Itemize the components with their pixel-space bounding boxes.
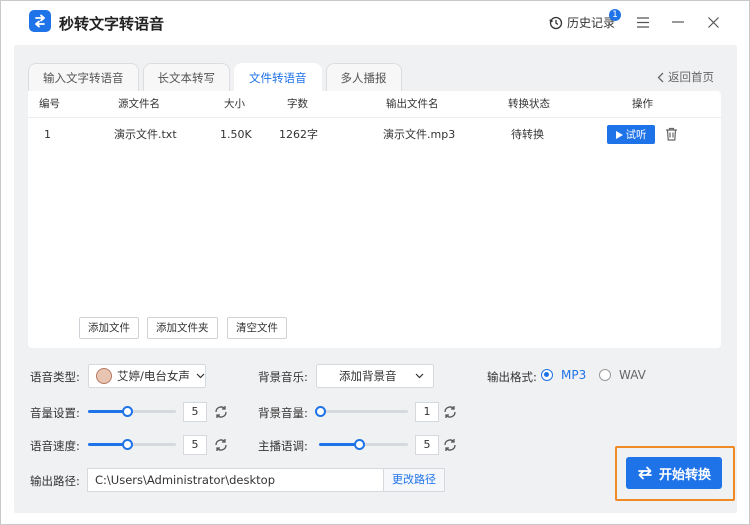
speed-label: 语音速度: — [30, 439, 80, 453]
output-path-label: 输出路径: — [30, 474, 80, 488]
chevron-left-icon — [657, 72, 664, 82]
history-icon — [549, 16, 563, 29]
tab-multi-speaker[interactable]: 多人播报 — [325, 63, 402, 91]
pitch-label: 主播语调: — [258, 439, 308, 453]
preview-label: 试听 — [625, 129, 647, 141]
volume-slider[interactable] — [88, 406, 176, 417]
add-folder-button[interactable]: 添加文件夹 — [147, 317, 218, 339]
play-icon — [615, 130, 623, 139]
chevron-down-icon — [196, 373, 205, 379]
chevron-down-icon — [415, 373, 423, 379]
voice-type-label: 语音类型: — [30, 370, 80, 384]
tab-bar: 输入文字转语音 长文本转写 文件转语音 多人播报 — [28, 63, 406, 91]
reset-bg-volume-icon[interactable] — [442, 404, 458, 420]
format-label: 输出格式: — [487, 370, 537, 384]
pitch-slider-knob[interactable] — [354, 439, 365, 450]
start-conversion-label: 开始转换 — [658, 467, 711, 483]
voice-type-select[interactable]: 艾婷/电台女声 — [88, 364, 206, 388]
preview-button[interactable]: 试听 — [607, 125, 655, 144]
volume-slider-knob[interactable] — [122, 406, 133, 417]
speed-input[interactable]: 5 — [183, 435, 207, 455]
col-output: 输出文件名 — [386, 98, 439, 110]
minimize-button[interactable] — [670, 14, 686, 30]
mp3-label[interactable]: MP3 — [561, 368, 586, 382]
speed-slider[interactable] — [88, 439, 176, 450]
col-id: 编号 — [39, 98, 60, 110]
pitch-slider[interactable] — [319, 439, 408, 450]
reset-volume-icon[interactable] — [213, 404, 229, 420]
start-conversion-button[interactable]: 开始转换 — [626, 457, 722, 489]
history-label: 历史记录 — [567, 16, 616, 30]
add-file-button[interactable]: 添加文件 — [79, 317, 139, 339]
cell-size: 1.50K — [220, 128, 252, 141]
app-title: 秒转文字转语音 — [59, 15, 165, 33]
trash-icon — [666, 127, 677, 141]
bg-music-value: 添加背景音 — [339, 369, 397, 383]
wav-label[interactable]: WAV — [619, 368, 646, 382]
mp3-radio[interactable] — [541, 369, 553, 381]
tab-long-text[interactable]: 长文本转写 — [142, 63, 230, 91]
tab-text-to-speech[interactable]: 输入文字转语音 — [28, 63, 139, 91]
volume-label: 音量设置: — [30, 406, 80, 420]
reset-speed-icon[interactable] — [213, 437, 229, 453]
bg-music-select[interactable]: 添加背景音 — [316, 364, 434, 388]
menu-icon — [637, 16, 649, 28]
col-chars: 字数 — [287, 98, 308, 110]
bg-volume-input[interactable]: 1 — [415, 402, 439, 422]
cell-status: 待转换 — [511, 128, 544, 141]
minimize-icon — [672, 21, 684, 23]
col-status: 转换状态 — [508, 98, 550, 110]
voice-type-value: 艾婷/电台女声 — [117, 369, 190, 383]
convert-icon — [638, 466, 652, 480]
cell-chars: 1262字 — [279, 128, 318, 141]
change-path-button[interactable]: 更改路径 — [384, 468, 445, 492]
clear-files-button[interactable]: 清空文件 — [227, 317, 287, 339]
cell-output: 演示文件.mp3 — [383, 128, 456, 141]
file-table: 编号 源文件名 大小 字数 输出文件名 转换状态 操作 1 演示文件.txt 1… — [28, 91, 721, 348]
close-button[interactable] — [705, 14, 721, 30]
voice-avatar — [96, 368, 112, 384]
reset-pitch-icon[interactable] — [442, 437, 458, 453]
cell-id: 1 — [44, 128, 51, 141]
cell-source: 演示文件.txt — [114, 128, 177, 141]
bg-volume-label: 背景音量: — [258, 406, 308, 420]
tab-file-to-speech[interactable]: 文件转语音 — [234, 63, 322, 91]
table-row[interactable]: 1 演示文件.txt 1.50K 1262字 演示文件.mp3 待转换 试听 — [28, 120, 721, 150]
bg-volume-slider-knob[interactable] — [315, 406, 326, 417]
bg-volume-slider[interactable] — [315, 406, 408, 417]
back-home-label: 返回首页 — [668, 70, 714, 84]
wav-radio[interactable] — [599, 369, 611, 381]
table-header: 编号 源文件名 大小 字数 输出文件名 转换状态 操作 — [28, 91, 721, 118]
bg-music-label: 背景音乐: — [258, 370, 308, 384]
speed-slider-knob[interactable] — [122, 439, 133, 450]
app-window: 秒转文字转语音 历史记录 1 输入文字转语音 长文本转写 文件转语音 多人播报 … — [0, 0, 750, 525]
delete-button[interactable] — [665, 127, 679, 143]
pitch-input[interactable]: 5 — [415, 435, 439, 455]
col-source: 源文件名 — [118, 98, 160, 110]
history-button[interactable]: 历史记录 — [549, 14, 615, 31]
volume-input[interactable]: 5 — [183, 402, 207, 422]
menu-button[interactable] — [635, 14, 651, 30]
close-icon — [707, 16, 719, 28]
output-path-input[interactable]: C:\Users\Administrator\desktop — [87, 468, 384, 492]
app-logo-icon — [29, 10, 51, 32]
back-home-link[interactable]: 返回首页 — [657, 69, 714, 85]
col-actions: 操作 — [632, 98, 653, 110]
title-bar: 秒转文字转语音 历史记录 1 — [1, 1, 749, 45]
history-badge: 1 — [609, 9, 621, 21]
col-size: 大小 — [224, 98, 245, 110]
